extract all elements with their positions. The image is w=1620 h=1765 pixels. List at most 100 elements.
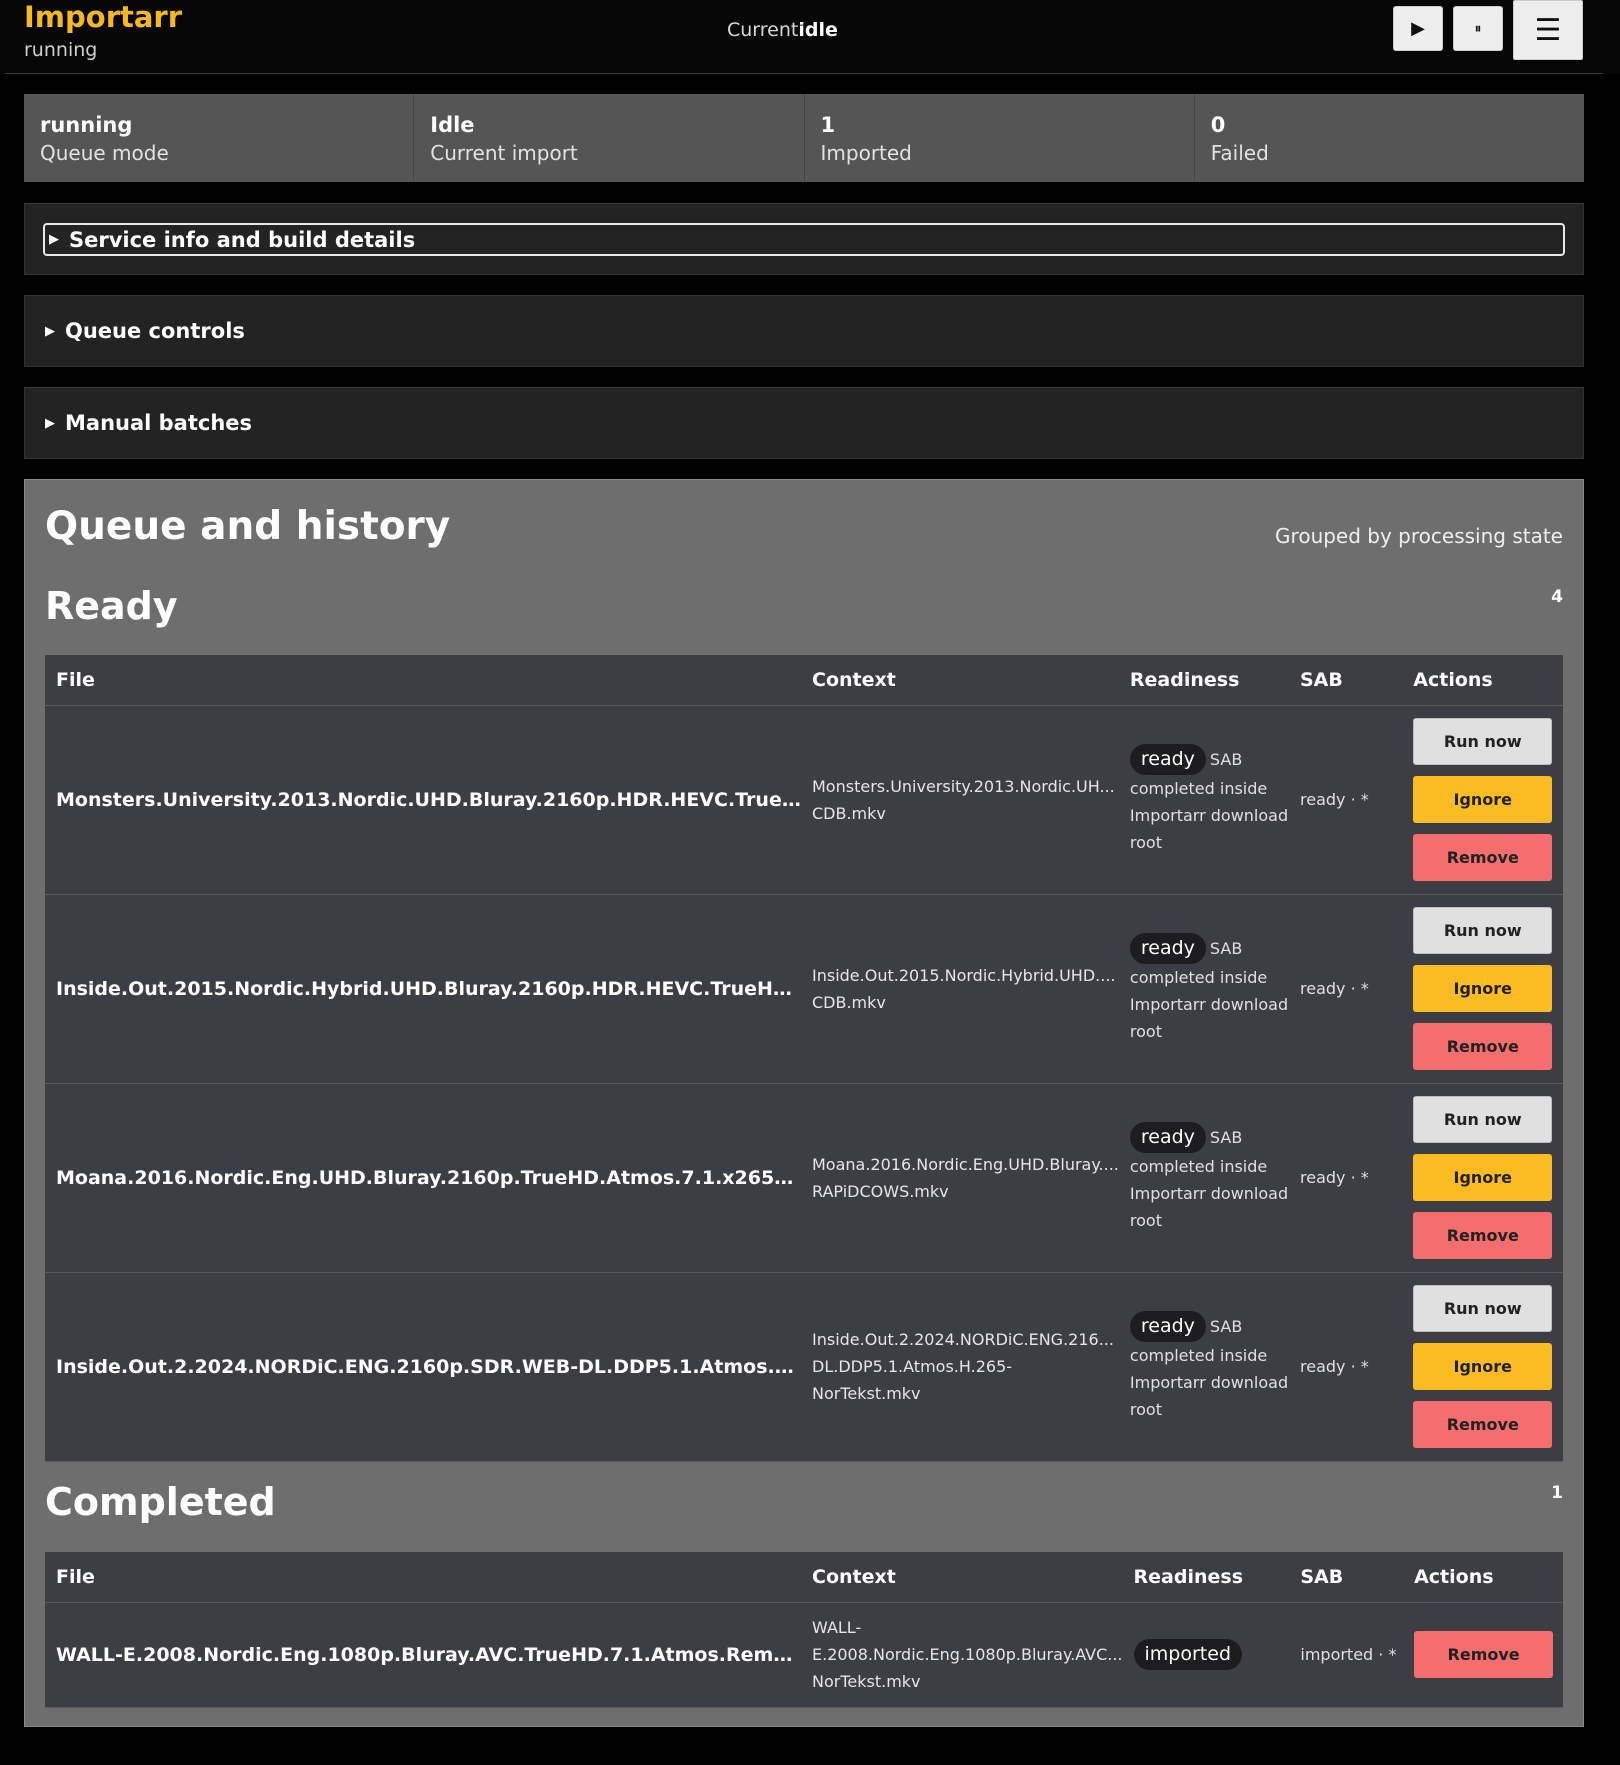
actions-cell: Run now Ignore Remove <box>1402 1083 1563 1273</box>
play-button[interactable]: ▶ <box>1393 6 1443 51</box>
ignore-button[interactable]: Ignore <box>1413 1343 1553 1390</box>
service-info-section: ▶ Service info and build details <box>24 203 1584 275</box>
context-line: WALL- <box>812 1618 862 1637</box>
completed-section-title: Completed <box>45 1480 276 1524</box>
column-header-context: Context <box>801 1552 1123 1603</box>
readiness-cell: ready SAB completed inside Importarr downl… <box>1118 1272 1289 1462</box>
remove-button[interactable]: Remove <box>1413 1023 1553 1070</box>
sab-status: ready · * <box>1289 894 1403 1084</box>
remove-button[interactable]: Remove <box>1413 1401 1553 1448</box>
manual-batches-toggle[interactable]: ▶ Manual batches <box>43 406 1565 440</box>
app-brand: Importarr <box>24 0 183 34</box>
remove-button[interactable]: Remove <box>1414 1631 1554 1678</box>
readiness-cell: ready SAB completed inside Importarr downl… <box>1118 1083 1289 1273</box>
column-header-actions: Actions <box>1403 1552 1563 1603</box>
status-badge: ready <box>1129 932 1206 964</box>
context-line: CDB.mkv <box>812 803 886 823</box>
context-line: E.2008.Nordic.Eng.1080p.Bluray.AVC... <box>812 1645 1123 1664</box>
status-badge: ready <box>1129 1121 1206 1153</box>
app-status: running <box>24 39 98 61</box>
current-value: idle <box>798 19 838 41</box>
context-line: DL.DDP5.1.Atmos.H.265-NorTekst.mkv <box>812 1357 1013 1403</box>
actions-cell: Run now Ignore Remove <box>1402 1272 1563 1462</box>
context-cell: Monsters.University.2013.Nordic.UH... CDB… <box>801 705 1119 895</box>
play-icon: ▶ <box>1411 18 1425 39</box>
actions-cell: Run now Ignore Remove <box>1402 894 1563 1084</box>
badge-source: SAB <box>1209 749 1243 769</box>
table-row: WALL- E.2008.Nordic.Eng.1080p.Bluray.AVC.… <box>45 1602 1563 1708</box>
current-label: Current <box>727 19 799 41</box>
stat-current-import: Idle Current import <box>414 94 805 182</box>
stats-bar: running Queue mode Idle Current import 1… <box>24 94 1584 182</box>
file-name: Inside.Out.2015.Nordic.Hybrid.UHD.Bluray… <box>45 894 801 1084</box>
context-line: Monsters.University.2013.Nordic.UH... <box>812 776 1115 796</box>
context-cell: Moana.2016.Nordic.Eng.UHD.Bluray.... RAPi… <box>801 1083 1119 1273</box>
context-line: Inside.Out.2.2024.NORDiC.ENG.216... <box>812 1330 1114 1349</box>
readiness-cell: imported <box>1122 1602 1290 1708</box>
file-name: Inside.Out.2.2024.NORDiC.ENG.2160p.SDR.W… <box>45 1272 801 1462</box>
context-cell: WALL- E.2008.Nordic.Eng.1080p.Bluray.AVC.… <box>801 1602 1123 1708</box>
table-row: Inside.Out.2.2024.NORDiC.ENG.2160p.SDR.W… <box>45 1272 1563 1462</box>
triangle-right-icon: ▶ <box>45 415 55 431</box>
file-name: Moana.2016.Nordic.Eng.UHD.Bluray.2160p.T… <box>45 1083 801 1273</box>
stat-label: Failed <box>1210 141 1269 165</box>
ready-count: 4 <box>1551 587 1563 607</box>
completed-count: 1 <box>1551 1483 1563 1503</box>
ignore-button[interactable]: Ignore <box>1413 776 1553 823</box>
service-info-toggle[interactable]: ▶ Service info and build details <box>43 223 1565 256</box>
table-row: Monsters.University.2013.Nordic.UHD.Blur… <box>45 705 1563 895</box>
stat-queue-mode: running Queue mode <box>24 94 415 182</box>
readiness-text: completed inside Importarr download root <box>1129 1156 1289 1230</box>
queue-controls-toggle[interactable]: ▶ Queue controls <box>43 314 1565 348</box>
panel-title: Queue and history <box>45 504 451 549</box>
table-row: Moana.2016.Nordic.Eng.UHD.Bluray.2160p.T… <box>45 1083 1563 1273</box>
queue-controls-section: ▶ Queue controls <box>24 295 1584 367</box>
pause-button[interactable]: ⏸ <box>1453 6 1503 51</box>
table-row: Inside.Out.2015.Nordic.Hybrid.UHD.Bluray… <box>45 894 1563 1084</box>
context-line: NorTekst.mkv <box>812 1672 921 1691</box>
stat-label: Queue mode <box>40 141 169 165</box>
stat-failed: 0 Failed <box>1195 94 1584 182</box>
column-header-sab: SAB <box>1289 655 1403 706</box>
manual-batches-section: ▶ Manual batches <box>24 387 1584 459</box>
status-badge: ready <box>1129 743 1206 775</box>
remove-button[interactable]: Remove <box>1413 1212 1553 1259</box>
header-divider <box>5 73 1603 74</box>
run-now-button[interactable]: Run now <box>1413 1285 1553 1332</box>
hamburger-menu-icon: ☰ <box>1534 12 1562 48</box>
panel-note: Grouped by processing state <box>1275 524 1563 548</box>
triangle-right-icon: ▶ <box>49 232 59 247</box>
ignore-button[interactable]: Ignore <box>1413 1154 1553 1201</box>
readiness-text: completed inside Importarr download root <box>1129 1345 1289 1419</box>
run-now-button[interactable]: Run now <box>1413 718 1553 765</box>
context-line: Moana.2016.Nordic.Eng.UHD.Bluray.... <box>812 1154 1119 1174</box>
status-badge: ready <box>1129 1310 1206 1342</box>
run-now-button[interactable]: Run now <box>1413 907 1553 954</box>
readiness-cell: ready SAB completed inside Importarr downl… <box>1118 894 1289 1084</box>
current-indicator: Currentidle <box>727 19 838 41</box>
sab-status: ready · * <box>1289 705 1403 895</box>
column-header-sab: SAB <box>1289 1552 1404 1603</box>
run-now-button[interactable]: Run now <box>1413 1096 1553 1143</box>
app-header: Importarr running Currentidle ▶ ⏸ ☰ <box>0 0 1620 74</box>
actions-cell: Remove <box>1403 1602 1563 1708</box>
table-header-row: File Context Readiness SAB Actions <box>45 1552 1563 1603</box>
context-line: RAPiDCOWS.mkv <box>812 1181 949 1201</box>
column-header-actions: Actions <box>1402 655 1563 706</box>
stat-value: 1 <box>820 113 836 137</box>
column-header-file: File <box>45 655 801 706</box>
ignore-button[interactable]: Ignore <box>1413 965 1553 1012</box>
service-info-label: Service info and build details <box>69 227 416 252</box>
table-header-row: File Context Readiness SAB Actions <box>45 655 1563 706</box>
badge-source: SAB <box>1209 938 1243 958</box>
menu-button[interactable]: ☰ <box>1513 0 1583 60</box>
badge-source: SAB <box>1209 1316 1243 1336</box>
stat-value: running <box>40 113 133 137</box>
sab-status: imported · * <box>1289 1602 1404 1708</box>
status-badge: imported <box>1133 1639 1242 1670</box>
column-header-file: File <box>45 1552 801 1603</box>
manual-batches-label: Manual batches <box>65 411 253 435</box>
readiness-text: completed inside Importarr download root <box>1129 778 1289 852</box>
remove-button[interactable]: Remove <box>1413 834 1553 881</box>
stat-imported: 1 Imported <box>805 94 1195 182</box>
